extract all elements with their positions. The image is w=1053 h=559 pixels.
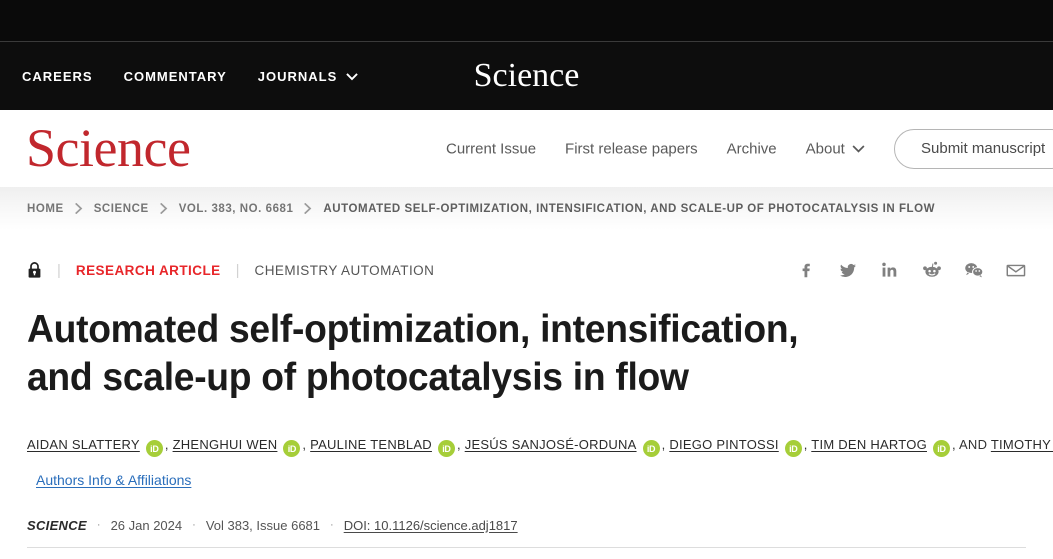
article-section-label[interactable]: CHEMISTRY AUTOMATION: [255, 263, 435, 278]
article-type-label[interactable]: RESEARCH ARTICLE: [76, 263, 221, 278]
twitter-share-icon[interactable]: [838, 260, 858, 280]
chevron-down-icon: [852, 143, 865, 155]
author-link-2[interactable]: ZHENGHUI WEN: [173, 437, 278, 452]
share-toolbar: [796, 260, 1026, 280]
author-link-6[interactable]: TIM DEN HARTOG: [811, 437, 927, 452]
content-divider: [27, 546, 1026, 548]
header-nav-current-issue[interactable]: Current Issue: [446, 140, 536, 157]
wechat-share-icon[interactable]: [964, 260, 984, 280]
submit-manuscript-button[interactable]: Submit manuscript: [894, 128, 1053, 169]
nav-link-careers[interactable]: CAREERS: [22, 69, 93, 84]
author-separator: ,: [164, 436, 169, 452]
author-link-1[interactable]: AIDAN SLATTERY: [27, 437, 140, 452]
article-kicker-row: | RESEARCH ARTICLE | CHEMISTRY AUTOMATIO…: [27, 246, 1026, 294]
site-header: Science Current Issue First release pape…: [0, 110, 1053, 187]
nav-link-journals[interactable]: JOURNALS: [258, 69, 359, 84]
orcid-icon[interactable]: iD: [642, 440, 660, 458]
author-link-3[interactable]: PAULINE TENBLAD: [310, 437, 432, 452]
lock-icon: [27, 261, 42, 279]
metadata-dot: ·: [96, 519, 101, 532]
header-nav-about-label: About: [805, 140, 845, 157]
chevron-right-icon: [149, 203, 179, 214]
header-navigation: Current Issue First release papers Archi…: [446, 140, 865, 157]
author-link-4[interactable]: JESÚS SANJOSÉ-ORDUNA: [465, 437, 637, 452]
chevron-right-icon: [293, 203, 323, 214]
article-header: | RESEARCH ARTICLE | CHEMISTRY AUTOMATIO…: [0, 246, 1053, 533]
kicker-divider-1: |: [57, 261, 61, 279]
author-separator: ,: [456, 436, 461, 452]
black-navbar-links: CAREERS COMMENTARY JOURNALS: [0, 69, 359, 84]
email-share-icon[interactable]: [1006, 260, 1026, 280]
author-separator: ,: [951, 436, 956, 452]
page-title: Automated self-optimization, intensifica…: [27, 308, 799, 400]
metadata-date: 26 Jan 2024: [110, 517, 183, 533]
header-nav-about[interactable]: About: [805, 140, 865, 157]
science-logo[interactable]: Science: [26, 120, 191, 174]
orcid-icon[interactable]: iD: [283, 440, 301, 458]
breadcrumb-item-volume[interactable]: VOL. 383, NO. 6681: [179, 203, 294, 215]
facebook-share-icon[interactable]: [796, 260, 816, 280]
orcid-icon[interactable]: iD: [145, 440, 163, 458]
orcid-icon[interactable]: iD: [437, 440, 455, 458]
author-link-5[interactable]: DIEGO PINTOSSI: [669, 437, 778, 452]
author-separator: ,: [803, 436, 808, 452]
chevron-down-icon: [346, 70, 359, 82]
breadcrumb-list: HOME SCIENCE VOL. 383, NO. 6681 AUTOMATE…: [27, 203, 935, 215]
nav-link-journals-label: JOURNALS: [257, 68, 338, 84]
top-utility-strip: [0, 0, 1053, 42]
breadcrumb-item-home[interactable]: HOME: [27, 203, 64, 215]
metadata-doi-link[interactable]: DOI: 10.1126/science.adj1817: [344, 518, 518, 533]
author-separator: ,: [302, 436, 307, 452]
author-link-7[interactable]: TIMOTHY NOËL: [991, 437, 1053, 452]
orcid-icon[interactable]: iD: [784, 440, 802, 458]
author-separator: ,: [661, 436, 666, 452]
science-wordmark-white[interactable]: Science: [474, 57, 580, 94]
authors-list: AIDAN SLATTERY iD, ZHENGHUI WEN iD, PAULIN…: [27, 432, 1053, 458]
authors-conjunction: AND: [959, 436, 988, 452]
metadata-dot: ·: [192, 519, 196, 532]
nav-link-commentary[interactable]: COMMENTARY: [124, 69, 227, 84]
article-metadata: SCIENCE · 26 Jan 2024 · Vol 383, Issue 6…: [27, 518, 1026, 533]
linkedin-share-icon[interactable]: [880, 260, 900, 280]
header-nav-first-release-papers[interactable]: First release papers: [565, 140, 698, 157]
breadcrumb-item-current-article: AUTOMATED SELF-OPTIMIZATION, INTENSIFICA…: [323, 202, 936, 215]
metadata-dot: ·: [330, 519, 334, 532]
kicker-divider-2: |: [235, 261, 240, 279]
breadcrumb: HOME SCIENCE VOL. 383, NO. 6681 AUTOMATE…: [0, 187, 1053, 230]
breadcrumb-item-science[interactable]: SCIENCE: [94, 203, 149, 215]
orcid-icon[interactable]: iD: [932, 440, 950, 458]
metadata-journal: SCIENCE: [27, 517, 87, 533]
reddit-share-icon[interactable]: [922, 260, 942, 280]
chevron-right-icon: [64, 203, 94, 214]
primary-black-navbar: CAREERS COMMENTARY JOURNALS Science: [0, 42, 1053, 110]
header-nav-archive[interactable]: Archive: [727, 140, 777, 157]
authors-info-affiliations-link[interactable]: Authors Info & Affiliations: [36, 472, 191, 488]
metadata-volume-issue: Vol 383, Issue 6681: [205, 517, 321, 533]
